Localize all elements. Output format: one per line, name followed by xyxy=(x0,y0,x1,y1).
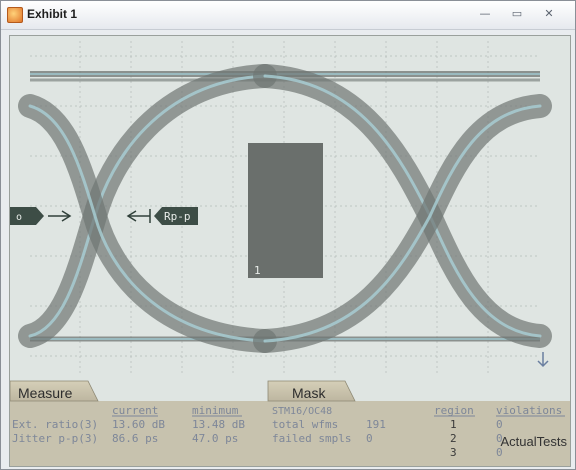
row-ext-ratio-current: 13.60 dB xyxy=(112,418,165,431)
mask-region-1 xyxy=(248,143,323,278)
col-minimum-header: minimum xyxy=(192,404,239,417)
rp-p-marker[interactable]: Rp-p xyxy=(154,207,198,225)
row-jitter-current: 86.6 ps xyxy=(112,432,158,445)
maximize-icon[interactable]: ▭ xyxy=(507,6,527,22)
col-current-header: current xyxy=(112,404,158,417)
row-ext-ratio-minimum: 13.48 dB xyxy=(192,418,245,431)
minimize-icon[interactable]: — xyxy=(475,6,495,22)
row-jitter-minimum: 47.0 ps xyxy=(192,432,238,445)
oscilloscope-display: 1 o Rp-p Measure Mask current minimum Ex… xyxy=(9,35,571,467)
tab-mask[interactable]: Mask xyxy=(267,380,356,402)
region-3: 3 xyxy=(450,446,457,459)
app-icon xyxy=(7,7,23,23)
row-ext-ratio-label: Ext. ratio(3) xyxy=(12,418,98,431)
eye-diagram-canvas: 1 o Rp-p Measure Mask current minimum Ex… xyxy=(10,36,570,466)
tab-measure[interactable]: Measure xyxy=(10,380,99,402)
region-1-violations: 0 xyxy=(496,418,503,431)
tab-mask-label: Mask xyxy=(292,385,326,401)
region-1: 1 xyxy=(450,418,457,431)
watermark: ActualTests xyxy=(500,434,567,449)
left-marker-label: o xyxy=(16,212,22,223)
col-violations-header: violations xyxy=(496,404,562,417)
row-jitter-label: Jitter p-p(3) xyxy=(12,432,98,445)
close-icon[interactable]: ✕ xyxy=(539,6,559,22)
region-2: 2 xyxy=(450,432,457,445)
total-wfms-label: total wfms xyxy=(272,418,338,431)
col-region-header: region xyxy=(434,404,474,417)
tab-measure-label: Measure xyxy=(18,385,73,401)
failed-smpls-label: failed smpls xyxy=(272,432,351,445)
rp-p-label: Rp-p xyxy=(164,210,191,223)
mask-standard: STM16/OC48 xyxy=(272,406,332,417)
mask-region-label: 1 xyxy=(254,264,261,277)
exhibit-window: Exhibit 1 — ▭ ✕ 1 o Rp-p Measure Mask cu… xyxy=(0,0,576,470)
total-wfms-value: 191 xyxy=(366,418,386,431)
failed-smpls-value: 0 xyxy=(366,432,373,445)
window-title: Exhibit 1 xyxy=(27,7,78,21)
title-bar[interactable]: Exhibit 1 — ▭ ✕ xyxy=(1,1,575,30)
